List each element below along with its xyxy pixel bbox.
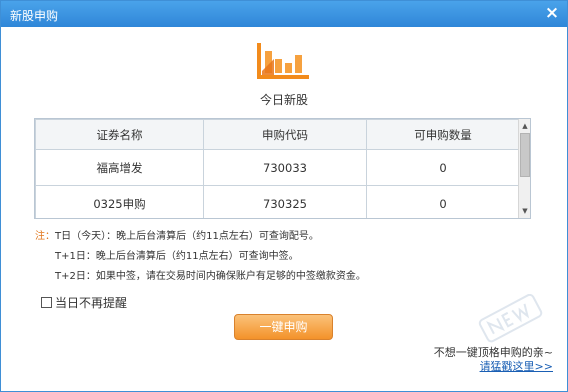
cell-security-name: 福高增发	[35, 149, 204, 186]
dont-remind-today-option[interactable]: 当日不再提醒	[41, 294, 127, 311]
cell-security-name: 0325申购	[35, 185, 204, 218]
table-row[interactable]: 0325申购 730325 0	[35, 185, 520, 218]
section-title: 今日新股	[259, 93, 308, 107]
column-header-available-quantity: 可申购数量	[366, 119, 520, 150]
cell-available-quantity: 0	[366, 185, 520, 218]
dont-remind-checkbox[interactable]	[41, 297, 52, 308]
table-scrollbar[interactable]: ▲ ▼	[518, 119, 530, 218]
table-row[interactable]: 福高增发 730033 0	[35, 149, 520, 186]
manual-subscribe-link[interactable]: 请猛戳这里>>	[480, 358, 553, 374]
cell-subscription-code: 730033	[203, 149, 367, 186]
new-stock-subscription-dialog: 新股申购 × 今日新股 证券名称 申购代码 可申购数量 福高增发 730033 …	[0, 0, 568, 392]
column-header-subscription-code: 申购代码	[203, 119, 367, 150]
title-bar[interactable]: 新股申购 ×	[1, 1, 567, 27]
note-t-day-text: T日（今天）：晚上后台清算后（约11点左右）可查询配号。	[55, 231, 319, 242]
scrollbar-thumb[interactable]	[520, 133, 530, 177]
new-stock-chart-icon	[257, 43, 309, 79]
cell-available-quantity: 0	[366, 149, 520, 186]
new-stock-table: 证券名称 申购代码 可申购数量 福高增发 730033 0 0325申购 730…	[34, 118, 531, 219]
cell-subscription-code: 730325	[203, 185, 367, 218]
column-header-security-name: 证券名称	[35, 119, 204, 150]
note-t1-day: T+1日：晚上后台清算后（约11点左右）可查询中签。	[55, 251, 299, 262]
note-t2-day: T+2日：如果中签，请在交易时间内确保账户有足够的中签缴款资金。	[55, 271, 366, 282]
close-button[interactable]: ×	[543, 4, 561, 22]
note-t-day: 注：T日（今天）：晚上后台清算后（约11点左右）可查询配号。	[35, 227, 319, 242]
one-click-subscribe-button[interactable]: 一键申购	[234, 314, 333, 340]
scroll-up-icon[interactable]: ▲	[519, 120, 530, 132]
note-prefix: 注：	[35, 231, 55, 242]
table-header-row: 证券名称 申购代码 可申购数量	[35, 119, 520, 150]
dont-remind-label[interactable]: 当日不再提醒	[55, 294, 127, 311]
scroll-down-icon[interactable]: ▼	[519, 205, 530, 217]
new-stamp-icon	[478, 294, 543, 343]
window-title: 新股申购	[10, 9, 59, 23]
